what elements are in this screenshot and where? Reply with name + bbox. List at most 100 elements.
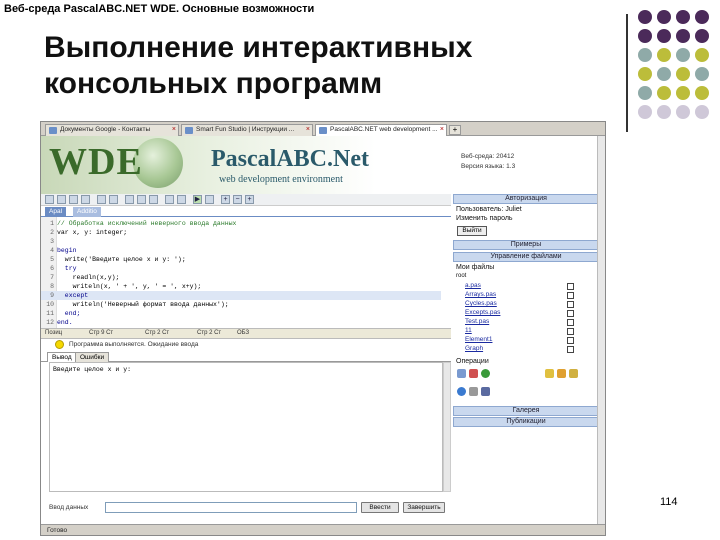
run-icon[interactable]: ▶	[193, 195, 202, 204]
code-line[interactable]: 4 begin	[41, 246, 441, 255]
root-folder[interactable]: root	[456, 273, 466, 279]
save-all-icon[interactable]	[81, 195, 90, 204]
file-checkbox[interactable]	[567, 310, 574, 317]
tab-errors[interactable]: Ошибки	[75, 352, 110, 362]
editor-toolbar: ▶ + − +	[41, 194, 451, 206]
decorative-dot	[676, 105, 690, 119]
auth-header[interactable]: Авторизация	[453, 194, 599, 204]
browser-tab-label: Smart Fun Studio | Инструкции ...	[196, 126, 295, 133]
file-checkbox[interactable]	[567, 337, 574, 344]
zoom-out-icon[interactable]: −	[233, 195, 242, 204]
browser-tab-google[interactable]: Документы Google - Контакты ×	[45, 124, 179, 136]
decorative-dot	[676, 48, 690, 62]
redo-icon[interactable]	[109, 195, 118, 204]
enter-button[interactable]: Ввести	[361, 502, 399, 513]
unpublish-icon[interactable]	[481, 387, 490, 396]
paste-icon[interactable]	[149, 195, 158, 204]
editor-tab-additio[interactable]: Additio	[73, 207, 101, 217]
stop-button[interactable]: Завершить	[403, 502, 445, 513]
pascalabc-subtitle: web development environment	[219, 174, 343, 185]
file-checkbox[interactable]	[567, 319, 574, 326]
file-checkbox[interactable]	[567, 328, 574, 335]
decorative-dot	[657, 10, 671, 24]
code-line[interactable]: 9 except	[41, 291, 441, 300]
tab-output[interactable]: Вывод	[47, 352, 77, 362]
close-icon[interactable]: ×	[440, 126, 444, 133]
line-number: 7	[50, 274, 54, 281]
code-line[interactable]: 2 var x, y: integer;	[41, 228, 441, 237]
file-link[interactable]: Test.pas	[465, 318, 489, 325]
line-number: 4	[50, 247, 54, 254]
folder-icon[interactable]	[545, 369, 554, 378]
editor-tab-apal[interactable]: Apal	[45, 207, 67, 217]
file-checkbox[interactable]	[567, 283, 574, 290]
browser-tab-pascalabc[interactable]: PascalABC.NET web development ... ×	[315, 124, 447, 136]
code-line[interactable]: 6 try	[41, 264, 441, 273]
file-link[interactable]: Element1	[465, 336, 492, 343]
close-icon[interactable]: ×	[172, 126, 176, 133]
code-line[interactable]: 11 end;	[41, 309, 441, 318]
file-link[interactable]: Graph	[465, 345, 483, 352]
operations-label: Операции	[456, 358, 489, 365]
run-message-bar: Программа выполняется. Ожидание ввода	[41, 339, 451, 351]
file-link[interactable]: 11	[465, 327, 472, 334]
code-line[interactable]: 12 end.	[41, 318, 441, 327]
code-line[interactable]: 7 readln(x,y);	[41, 273, 441, 282]
publish-header[interactable]: Публикации	[453, 417, 599, 427]
page-number: 114	[660, 496, 678, 508]
browser-tab-smartfun[interactable]: Smart Fun Studio | Инструкции ... ×	[181, 124, 313, 136]
stdin-input[interactable]	[105, 502, 357, 513]
code-line[interactable]: 10 writeln('Неверный формат ввода данных…	[41, 300, 441, 309]
browser-window: Документы Google - Контакты × Smart Fun …	[40, 121, 606, 536]
copy-icon[interactable]	[137, 195, 146, 204]
new-tab-button[interactable]: +	[449, 125, 461, 135]
output-scrollbar[interactable]	[443, 362, 451, 492]
close-icon[interactable]: ×	[306, 126, 310, 133]
delete-icon[interactable]	[469, 369, 478, 378]
logout-button[interactable]: Выйти	[457, 226, 487, 236]
refresh-icon[interactable]	[481, 369, 490, 378]
globe-icon[interactable]	[457, 387, 466, 396]
file-checkbox[interactable]	[567, 301, 574, 308]
file-link[interactable]: a.pas	[465, 282, 481, 289]
file-link[interactable]: Arrays.pas	[465, 291, 496, 298]
zoom-in-icon[interactable]: +	[221, 195, 230, 204]
line-number: 1	[50, 220, 54, 227]
code-line[interactable]: 8 writeln(x, ' + ', y, ' = ', x+y);	[41, 282, 441, 291]
code-editor[interactable]: 1// Обработка исключений неверного ввода…	[41, 217, 451, 329]
file-link[interactable]: Excepts.pas	[465, 309, 500, 316]
line-number: 6	[50, 265, 54, 272]
slide-title-line1: Выполнение интерактивных	[44, 31, 473, 64]
new-file-icon[interactable]	[45, 195, 54, 204]
open-icon[interactable]	[57, 195, 66, 204]
cut-icon[interactable]	[125, 195, 134, 204]
find-icon[interactable]	[165, 195, 174, 204]
code-line[interactable]: 5 write('Введите целое x и y: ');	[41, 255, 441, 264]
compile-icon[interactable]	[205, 195, 214, 204]
decorative-dot	[695, 105, 709, 119]
gallery-header[interactable]: Галерея	[453, 406, 599, 416]
change-password-link[interactable]: Изменить пароль	[456, 215, 513, 222]
link-icon[interactable]	[469, 387, 478, 396]
new-file-icon[interactable]	[457, 369, 466, 378]
save-icon[interactable]	[69, 195, 78, 204]
code-text: writeln('Неверный формат ввода данных');	[57, 301, 229, 308]
code-line[interactable]: 3	[41, 237, 441, 246]
slide-title: Выполнение интерактивных консольных прог…	[44, 30, 604, 102]
add-icon[interactable]: +	[245, 195, 254, 204]
file-link[interactable]: Cycles.pas	[465, 300, 497, 307]
folder-add-icon[interactable]	[557, 369, 566, 378]
undo-icon[interactable]	[97, 195, 106, 204]
files-header[interactable]: Управление файлами	[453, 252, 599, 262]
file-checkbox[interactable]	[567, 346, 574, 353]
decorative-dot	[676, 29, 690, 43]
my-files-label: Мои файлы	[456, 264, 495, 271]
code-line[interactable]: 1// Обработка исключений неверного ввода…	[41, 219, 441, 228]
browser-status-text: Готово	[47, 527, 68, 534]
run-message: Программа выполняется. Ожидание ввода	[69, 341, 199, 348]
examples-header[interactable]: Примеры	[453, 240, 599, 250]
replace-icon[interactable]	[177, 195, 186, 204]
folder-edit-icon[interactable]	[569, 369, 578, 378]
page-scrollbar[interactable]	[597, 136, 605, 524]
file-checkbox[interactable]	[567, 292, 574, 299]
